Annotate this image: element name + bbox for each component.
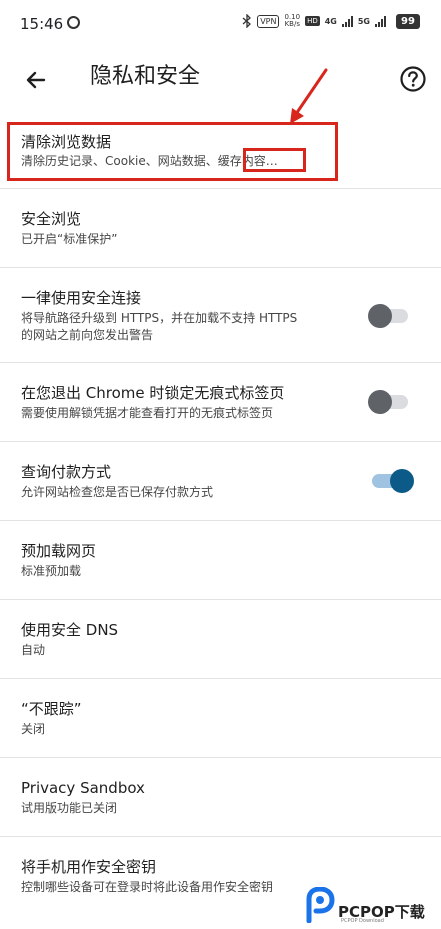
setting-subtitle: 关闭: [21, 722, 46, 736]
setting-payment-methods[interactable]: 查询付款方式 允许网站检查您是否已保存付款方式: [0, 442, 441, 521]
toggle-thumb: [390, 469, 414, 493]
annotation-cache-highlight-box: [243, 148, 306, 172]
setting-subtitle-line-2: 的网站之前向您发出警告: [21, 328, 154, 342]
setting-subtitle: 已开启“标准保护”: [21, 232, 118, 246]
toolbar: 隐私和安全: [0, 46, 441, 114]
setting-title: 安全浏览: [21, 210, 82, 228]
watermark-subtext: PCPOP Download: [341, 918, 384, 924]
bluetooth-icon: [242, 14, 252, 28]
watermark: PCPOP下载 PCPOP Download: [305, 887, 441, 929]
setting-title: 在您退出 Chrome 时锁定无痕式标签页: [21, 384, 285, 402]
setting-title: 使用安全 DNS: [21, 621, 119, 639]
notification-icon: [67, 16, 80, 29]
vpn-badge: VPN: [257, 14, 280, 28]
setting-subtitle-line-1: 将导航路径升级到 HTTPS，并在加载不支持 HTTPS: [21, 311, 298, 325]
network-speed: 0.10 KB/s: [284, 13, 301, 28]
setting-title: 查询付款方式: [21, 463, 112, 481]
setting-subtitle: 控制哪些设备可在登录时将此设备用作安全密钥: [21, 880, 274, 894]
setting-privacy-sandbox[interactable]: Privacy Sandbox 试用版功能已关闭: [0, 758, 441, 837]
toggle-thumb: [368, 304, 392, 328]
signal-icon-1: [341, 15, 353, 27]
network-type-2: 5G: [357, 16, 370, 26]
help-icon: [400, 66, 426, 92]
setting-title: 预加载网页: [21, 542, 97, 560]
setting-subtitle: 标准预加载: [21, 564, 82, 578]
back-button[interactable]: [18, 62, 54, 98]
secure-connection-toggle[interactable]: [368, 304, 410, 328]
setting-preload-pages[interactable]: 预加载网页 标准预加载: [0, 521, 441, 600]
setting-do-not-track[interactable]: “不跟踪” 关闭: [0, 679, 441, 758]
setting-title: 将手机用作安全密钥: [21, 858, 157, 876]
status-time: 15:46: [20, 15, 64, 33]
hd-badge: HD: [305, 16, 320, 26]
signal-icon-2: [375, 15, 386, 27]
network-type-1: 4G: [324, 16, 337, 26]
annotation-arrow-icon: [290, 68, 328, 124]
page-title: 隐私和安全: [90, 64, 201, 89]
lock-incognito-toggle[interactable]: [368, 390, 410, 414]
setting-safe-browsing[interactable]: 安全浏览 已开启“标准保护”: [0, 189, 441, 268]
setting-subtitle: 需要使用解锁凭据才能查看打开的无痕式标签页: [21, 406, 274, 420]
setting-always-secure-connection[interactable]: 一律使用安全连接 将导航路径升级到 HTTPS，并在加载不支持 HTTPS 的网…: [0, 268, 441, 363]
status-bar: 15:46 VPN 0.10 KB/s HD 4G 5G 99: [0, 0, 441, 46]
payment-methods-toggle[interactable]: [368, 469, 414, 493]
setting-subtitle: 自动: [21, 643, 46, 657]
setting-subtitle: 允许网站检查您是否已保存付款方式: [21, 485, 214, 499]
setting-title: Privacy Sandbox: [21, 779, 145, 797]
pcpop-logo-icon: [306, 887, 335, 923]
setting-title: “不跟踪”: [21, 700, 82, 718]
setting-lock-incognito-tabs[interactable]: 在您退出 Chrome 时锁定无痕式标签页 需要使用解锁凭据才能查看打开的无痕式…: [0, 363, 441, 442]
settings-list: 清除浏览数据 清除历史记录、Cookie、网站数据、缓存内容… 安全浏览 已开启…: [0, 120, 441, 916]
arrow-back-icon: [26, 71, 46, 89]
status-icons: VPN 0.10 KB/s HD 4G 5G: [242, 14, 386, 28]
help-button[interactable]: [397, 63, 429, 95]
battery-icon: 99: [396, 14, 420, 29]
setting-title: 一律使用安全连接: [21, 289, 142, 307]
setting-subtitle: 试用版功能已关闭: [21, 801, 118, 815]
setting-secure-dns[interactable]: 使用安全 DNS 自动: [0, 600, 441, 679]
toggle-thumb: [368, 390, 392, 414]
